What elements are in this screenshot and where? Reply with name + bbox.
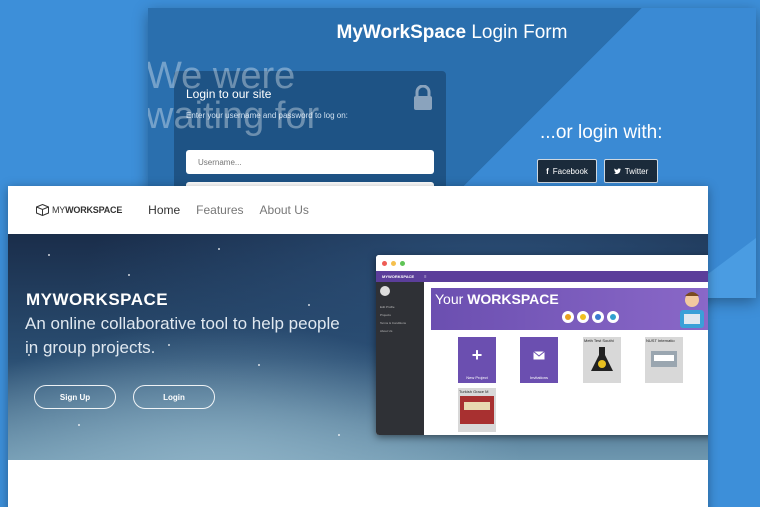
brand-logo[interactable]: MYWORKSPACE <box>36 204 122 216</box>
star <box>128 274 130 276</box>
nust-tile: NUST Internatio <box>645 337 683 383</box>
avatar <box>380 286 390 296</box>
facebook-label: Facebook <box>552 166 588 176</box>
lock-icon <box>414 85 432 110</box>
preview-sidebar-item: Projects <box>380 313 391 317</box>
star <box>48 254 50 256</box>
login-page-title: MyWorkSpace Login Form <box>148 22 756 44</box>
maximize-dot-icon <box>400 260 405 266</box>
preview-banner-bold: WORKSPACE <box>467 291 559 307</box>
preview-banner-title: Your WORKSPACE <box>435 291 559 307</box>
preview-sidebar-item: Edit Profile <box>380 305 395 309</box>
preview-topbar: MYWORKSPACE ≡ <box>376 271 708 282</box>
nust-logo-icon <box>651 351 677 367</box>
preview-banner-light: Your <box>435 291 464 307</box>
social-login-title: ...or login with: <box>540 122 663 143</box>
new-project-tile: + New Project <box>458 337 496 383</box>
turkish-poster-icon <box>460 396 494 424</box>
star <box>258 364 260 366</box>
twitter-login-button[interactable]: Twitter <box>604 159 658 183</box>
page-content-area <box>8 460 708 507</box>
cube-logo-icon <box>36 204 49 216</box>
hero-title: MYWORKSPACE <box>26 290 169 309</box>
signup-button[interactable]: Sign Up <box>34 385 116 409</box>
flask-logo-icon <box>591 347 613 371</box>
facebook-icon: f <box>546 166 549 176</box>
preview-brand: MYWORKSPACE <box>382 274 415 279</box>
star <box>308 304 310 306</box>
nav-about-us[interactable]: About Us <box>260 203 309 217</box>
star <box>78 424 80 426</box>
star <box>338 434 340 436</box>
background-watermark-text: We were waiting for <box>148 56 319 136</box>
nav-features[interactable]: Features <box>196 203 243 217</box>
new-project-label: New Project <box>466 375 488 380</box>
login-title-light: Login Form <box>471 22 568 43</box>
brand-name: MYWORKSPACE <box>52 205 122 215</box>
login-title-bold: MyWorkSpace <box>336 22 467 43</box>
developer-avatar-icon <box>680 292 704 328</box>
brand-name-bold: WORKSPACE <box>65 205 123 215</box>
nav-home[interactable]: Home <box>148 203 180 217</box>
nust-caption: NUST Internatio <box>646 338 675 343</box>
twitter-icon <box>613 168 621 174</box>
watermark-line-1: We were <box>148 55 296 97</box>
preview-sidebar: Edit Profile Projects Terms & Conditions… <box>376 282 424 435</box>
navbar: MYWORKSPACE Home Features About Us <box>8 186 708 234</box>
preview-titlebar <box>376 255 708 271</box>
watermark-line-2: waiting for <box>148 95 320 137</box>
login-button[interactable]: Login <box>133 385 215 409</box>
invitations-label: Invitations <box>529 375 548 380</box>
meth-test-caption: Meth Test Southi <box>584 338 614 343</box>
plus-icon: + <box>471 345 483 365</box>
landing-page: MYWORKSPACE Home Features About Us MYWOR… <box>8 186 708 507</box>
app-preview-window: MYWORKSPACE ≡ Edit Profile Projects Term… <box>376 255 708 435</box>
hero-section: MYWORKSPACE An online collaborative tool… <box>8 234 708 460</box>
nav-links: Home Features About Us <box>148 203 325 217</box>
preview-menu-icon: ≡ <box>424 274 427 279</box>
hero-subtitle: An online collaborative tool to help peo… <box>25 314 340 357</box>
close-dot-icon <box>382 260 387 266</box>
brand-name-light: MY <box>52 205 66 215</box>
username-input[interactable] <box>186 150 434 174</box>
turkish-tile: Turkish Grace M <box>458 388 496 432</box>
preview-sidebar-item: About Us <box>380 329 393 333</box>
meth-test-tile: Meth Test Southi <box>583 337 621 383</box>
star <box>218 248 220 250</box>
facebook-login-button[interactable]: f Facebook <box>537 159 597 183</box>
invitations-tile: Invitations <box>520 337 558 383</box>
preview-workspace-banner: Your WORKSPACE <box>431 288 708 330</box>
twitter-label: Twitter <box>624 166 649 176</box>
preview-sidebar-item: Terms & Conditions <box>380 321 407 325</box>
minimize-dot-icon <box>391 260 396 266</box>
turkish-caption: Turkish Grace M <box>459 389 489 394</box>
preview-tool-icons <box>562 311 619 323</box>
envelope-icon <box>533 351 545 360</box>
